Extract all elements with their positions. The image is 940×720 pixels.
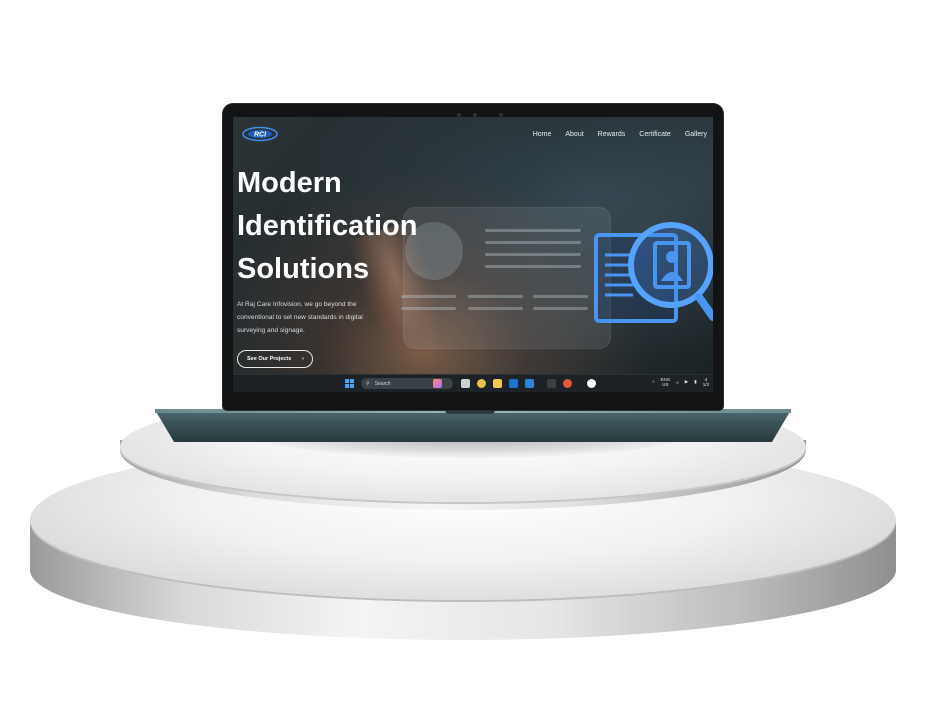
rci-logo[interactable]: RCI [241, 126, 279, 142]
terminal-icon[interactable] [547, 379, 556, 388]
wifi-icon[interactable]: ≈ [676, 380, 678, 385]
nav-rewards[interactable]: Rewards [598, 131, 626, 138]
nav-home[interactable]: Home [533, 131, 552, 138]
task-view-icon[interactable] [461, 379, 470, 388]
glass-line [485, 229, 581, 232]
main-nav: Home About Rewards Certificate Gallery [533, 131, 707, 138]
copilot-icon[interactable] [433, 379, 442, 388]
see-our-projects-button[interactable]: See Our Projects › [237, 350, 313, 368]
logo-text: RCI [254, 132, 267, 139]
chevron-up-icon[interactable]: ^ [652, 380, 654, 385]
search-icon: ⚲ [366, 380, 370, 387]
search-placeholder: Search [374, 380, 391, 387]
vscode-icon[interactable] [525, 379, 534, 388]
id-search-icon [594, 222, 713, 323]
hero-title: Modern Identification Solutions [237, 167, 418, 285]
cta-label: See Our Projects [247, 356, 292, 362]
nav-about[interactable]: About [565, 131, 583, 138]
glass-line [485, 241, 581, 244]
glass-line [485, 265, 581, 268]
glass-line [468, 295, 523, 298]
language-indicator[interactable]: ENG US [661, 377, 671, 387]
glass-line [468, 307, 523, 310]
glass-line [533, 295, 588, 298]
chevron-right-icon: › [302, 356, 304, 362]
nav-certificate[interactable]: Certificate [639, 131, 671, 138]
volume-icon[interactable]: ▶ [685, 379, 688, 385]
windows-start-icon[interactable] [345, 379, 354, 388]
laptop-notch [445, 410, 495, 414]
browser-icon[interactable] [563, 379, 572, 388]
glass-line [401, 295, 456, 298]
battery-icon[interactable]: ▮ [694, 379, 696, 385]
glass-line [533, 307, 588, 310]
mail-icon[interactable] [509, 379, 518, 388]
file-explorer-icon[interactable] [493, 379, 502, 388]
chrome-icon[interactable] [477, 379, 486, 388]
laptop-base [155, 410, 791, 442]
clock[interactable]: 4 1/3 [703, 377, 709, 387]
glass-line [485, 253, 581, 256]
windows-taskbar: ⚲ Search ^ ENG US ≈ ▶ ▮ 4 1/3 [233, 374, 713, 392]
app-icon[interactable] [587, 379, 596, 388]
nav-gallery[interactable]: Gallery [685, 131, 707, 138]
system-tray: ^ ENG US ≈ ▶ ▮ 4 1/3 [652, 377, 709, 387]
glass-line [401, 307, 456, 310]
hero-description: At Raj Care Infovision, we go beyond the… [237, 301, 363, 334]
laptop-screen: RCI Home About Rewards Certificate Galle… [233, 117, 713, 392]
